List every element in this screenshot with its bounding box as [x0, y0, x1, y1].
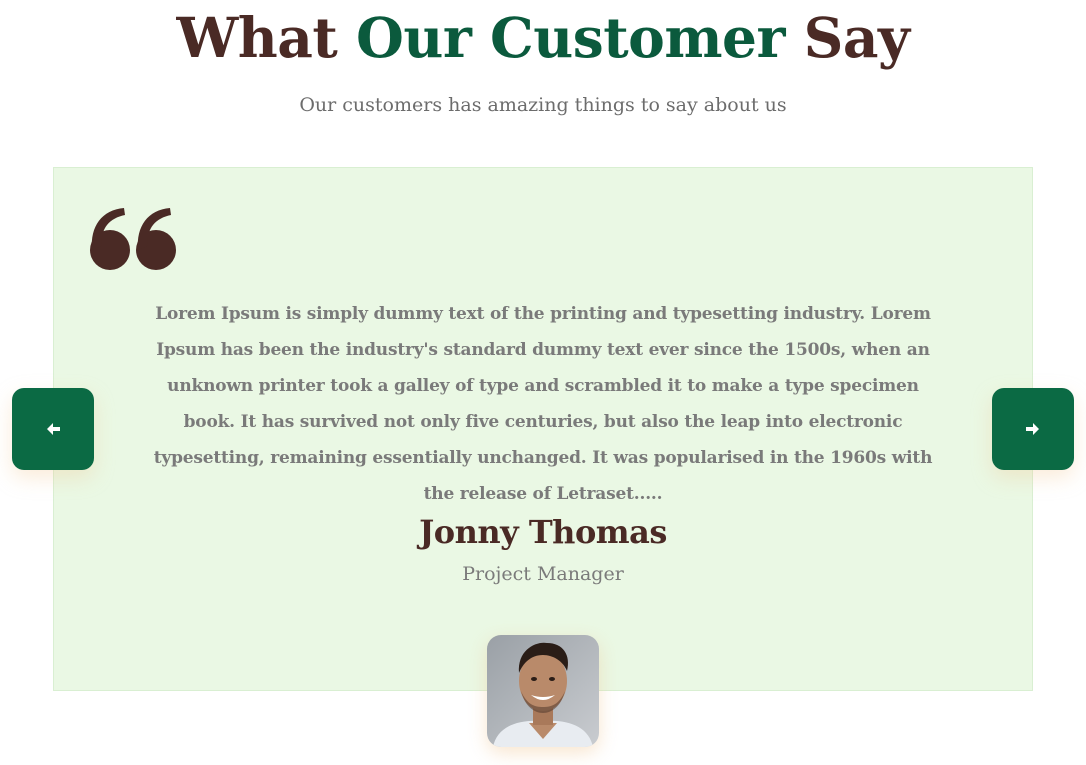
section-subtitle: Our customers has amazing things to say … [299, 94, 787, 116]
avatar [487, 635, 599, 747]
arrow-right-icon [1026, 423, 1039, 435]
section-title-part1: What [176, 5, 338, 70]
section-title-part3: Say [803, 5, 910, 70]
author-name: Jonny Thomas [419, 513, 667, 551]
next-testimonial-button[interactable] [992, 388, 1074, 470]
arrow-left-icon [47, 423, 60, 435]
section-title: What Our Customer Say [0, 4, 1086, 72]
avatar-photo [487, 635, 599, 747]
previous-testimonial-button[interactable] [12, 388, 94, 470]
testimonial-text: Lorem Ipsum is simply dummy text of the … [153, 304, 933, 504]
section-title-accent: Our Customer [355, 5, 786, 70]
quote-mark-icon [88, 196, 180, 276]
testimonials-section: What Our Customer Say Our customers has … [0, 0, 1086, 765]
author-role: Project Manager [462, 563, 624, 585]
